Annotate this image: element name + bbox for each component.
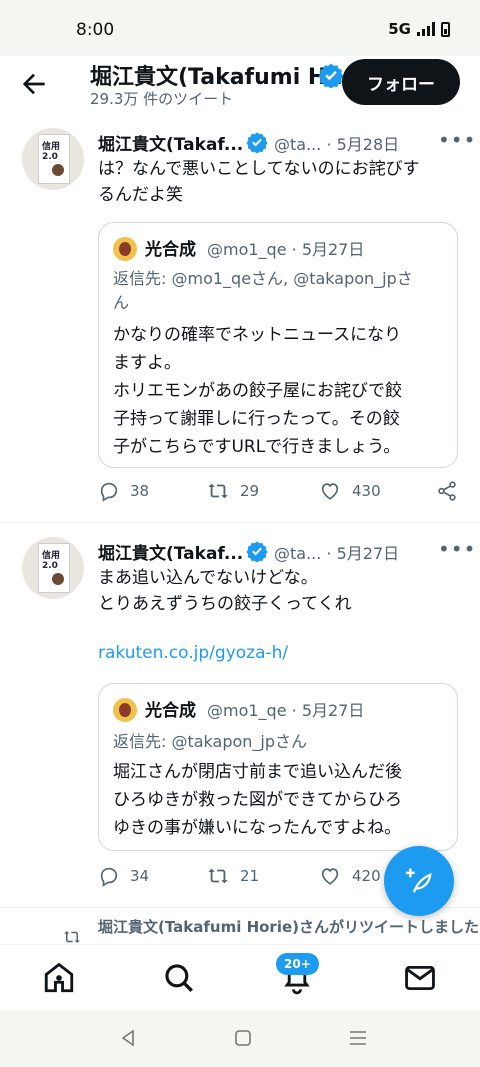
reply-icon	[100, 482, 118, 502]
quote-text-line: 子持って謝罪しに行ったって。その餃	[113, 409, 400, 429]
more-options-icon[interactable]: •••	[438, 128, 476, 152]
retweet-button[interactable]: 21	[206, 865, 259, 887]
tweet-text-line: とりあえずうちの餃子くってくれ	[98, 594, 352, 614]
follow-button[interactable]: フォロー	[342, 59, 460, 105]
avatar-face	[52, 164, 64, 176]
home-icon[interactable]	[42, 961, 76, 995]
avatar-face	[52, 573, 64, 585]
feather-plus-icon	[405, 868, 432, 893]
status-indicators: 5G	[388, 20, 450, 38]
quote-reply-line: 返信先: @mo1_qeさん, @takapon_jpさ	[113, 269, 413, 288]
retweet-count: 29	[240, 482, 260, 500]
search-icon[interactable]	[162, 961, 196, 995]
tweet-text-line: は？なんで悪いことしてないのにお詫びす	[98, 159, 420, 179]
profile-header: 堀江貴文(Takafumi H... 29.3万 件のツイート フォロー	[0, 56, 480, 118]
like-button[interactable]: 420	[318, 865, 381, 887]
tweet-text: は？なんで悪いことしてないのにお詫びす るんだよ笑	[98, 156, 460, 208]
tweet-actions: 38 29 430	[98, 480, 460, 510]
messages-envelope-icon[interactable]	[403, 961, 437, 995]
avatar-book-text: 信用 2.0	[42, 551, 61, 571]
quoted-tweet[interactable]: 光合成 @mo1_qe · 5月27日 返信先: @takapon_jpさん 堀…	[98, 683, 458, 851]
tweet-text-line: るんだよ笑	[98, 185, 183, 205]
retweet-count: 21	[240, 867, 260, 885]
quote-author-name: 光合成	[145, 701, 196, 721]
verified-badge-icon	[318, 63, 344, 88]
quote-author-name: 光合成	[145, 240, 196, 260]
compose-tweet-button[interactable]	[384, 846, 454, 916]
reply-count: 34	[130, 867, 150, 885]
tweet-text: まあ追い込んでないけどな。 とりあえずうちの餃子くってくれ	[98, 565, 460, 617]
retweet-icon	[208, 483, 228, 499]
quote-text: 堀江さんが閉店寸前まで追い込んだ後 ひろゆきが救った図ができてからひろ ゆきの事…	[113, 758, 447, 842]
quote-text: かなりの確率でネットニュースになり ますよ。 ホリエモンがあの餃子屋にお詫びで餃…	[113, 321, 447, 461]
system-back-icon[interactable]	[118, 1028, 138, 1048]
network-label: 5G	[388, 20, 411, 38]
retweet-notice-text: 堀江貴文(Takafumi Horie)さんがリツイートしました	[98, 918, 480, 936]
reply-button[interactable]: 34	[98, 865, 149, 887]
reply-button[interactable]: 38	[98, 480, 149, 502]
status-bar: 8:00 5G	[0, 0, 480, 56]
tweet-link[interactable]: rakuten.co.jp/gyoza-h/	[98, 643, 288, 663]
status-time: 8:00	[76, 20, 115, 40]
verified-badge-icon	[246, 541, 268, 562]
quote-text-line: 堀江さんが閉店寸前まで追い込んだ後	[113, 762, 402, 782]
quote-reply-to: 返信先: @mo1_qeさん, @takapon_jpさ ん	[113, 267, 443, 315]
quote-text-line: ゆきの事が嫌いになったんですよね。	[113, 818, 402, 838]
reply-icon	[100, 867, 118, 887]
quote-reply-line: ん	[113, 293, 130, 312]
tweet[interactable]: 信用 2.0 堀江貴文(Takaf... @ta... · 5月28日 ••• …	[0, 118, 480, 523]
notifications-badge: 20+	[276, 953, 319, 975]
avatar-book: 信用 2.0	[38, 134, 70, 184]
like-count: 420	[352, 867, 381, 885]
quote-text-line: ひろゆきが救った図ができてからひろ	[113, 790, 402, 810]
heart-icon	[321, 868, 339, 885]
system-recents-icon[interactable]	[348, 1028, 368, 1048]
signal-icon	[417, 22, 435, 36]
like-button[interactable]: 430	[318, 480, 381, 502]
handle-date: @ta... · 5月28日	[274, 135, 400, 154]
quote-handle-date: @mo1_qe · 5月27日	[207, 240, 365, 259]
share-icon	[438, 481, 456, 501]
system-home-icon[interactable]	[233, 1028, 253, 1048]
verified-badge-icon	[246, 132, 268, 153]
quote-author-avatar	[113, 237, 137, 261]
avatar-book-text: 信用 2.0	[42, 142, 61, 162]
profile-name: 堀江貴文(Takafumi H...	[90, 65, 352, 90]
battery-icon	[441, 21, 450, 37]
system-navigation-bar	[0, 1010, 480, 1067]
bottom-navigation: 20+	[0, 944, 480, 1010]
heart-icon	[321, 483, 339, 500]
quote-text-line: かなりの確率でネットニュースになり	[113, 325, 402, 345]
quoted-tweet[interactable]: 光合成 @mo1_qe · 5月27日 返信先: @mo1_qeさん, @tak…	[98, 222, 458, 468]
quote-reply-line: 返信先: @takapon_jpさん	[113, 732, 308, 751]
share-button[interactable]	[436, 480, 458, 502]
more-options-icon[interactable]: •••	[438, 537, 476, 561]
quote-handle-date: @mo1_qe · 5月27日	[207, 701, 365, 720]
author-avatar[interactable]: 信用 2.0	[22, 537, 84, 599]
author-name[interactable]: 堀江貴文(Takaf...	[98, 539, 243, 564]
avatar-book: 信用 2.0	[38, 543, 70, 593]
tweet-text-line: まあ追い込んでないけどな。	[98, 568, 318, 588]
reply-count: 38	[130, 482, 150, 500]
tweet-count: 29.3万 件のツイート	[90, 90, 234, 108]
retweet-button[interactable]: 29	[206, 480, 259, 502]
like-count: 430	[352, 482, 381, 500]
author-avatar[interactable]: 信用 2.0	[22, 128, 84, 190]
retweet-icon	[208, 868, 228, 884]
quote-text-line: ホリエモンがあの餃子屋にお詫びで餃	[113, 381, 402, 401]
quote-reply-to: 返信先: @takapon_jpさん	[113, 730, 443, 754]
author-name[interactable]: 堀江貴文(Takaf...	[98, 130, 243, 155]
handle-date: @ta... · 5月27日	[274, 544, 400, 563]
quote-text-line: 子がこちらですURLで行きましょう。	[113, 437, 401, 457]
quote-text-line: ますよ。	[113, 353, 181, 373]
quote-author-avatar	[113, 698, 137, 722]
back-arrow-icon[interactable]	[18, 68, 50, 100]
retweet-icon	[64, 931, 80, 943]
